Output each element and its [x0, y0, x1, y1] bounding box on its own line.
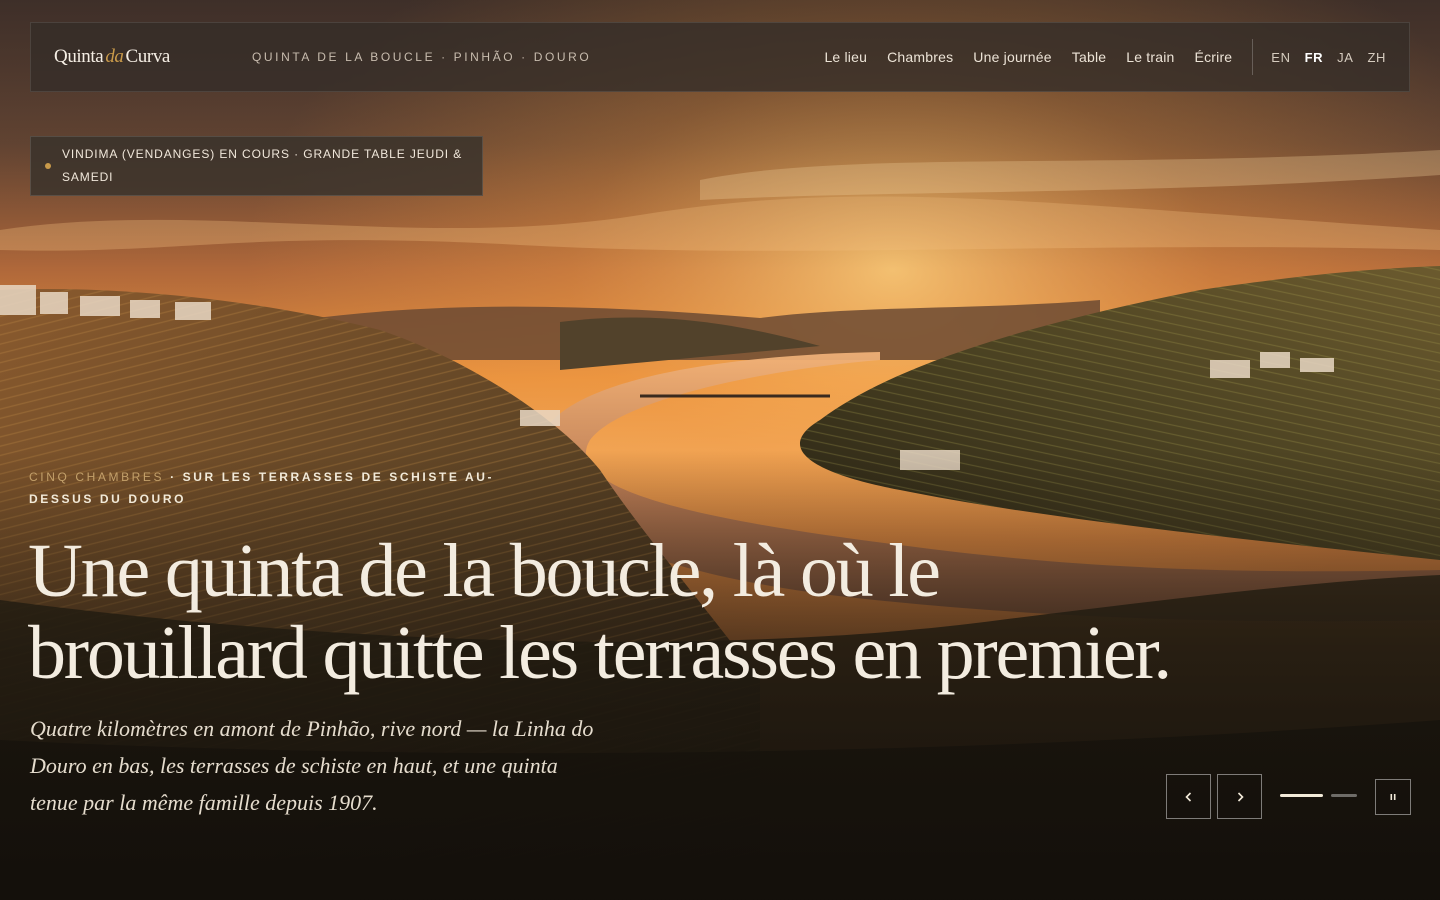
slider-prev-button[interactable]: [1166, 774, 1211, 819]
lang-fr[interactable]: FR: [1305, 50, 1324, 65]
harvest-notice: VINDIMA (VENDANGES) EN COURS · GRANDE TA…: [30, 136, 483, 196]
headline-line-2: brouillard quitte les terrasses en premi…: [28, 611, 1172, 695]
slider-pagination: [1280, 794, 1357, 797]
site-tagline: QUINTA DE LA BOUCLE · PINHÃO · DOURO: [251, 50, 592, 64]
hero-lede: Quatre kilomètres en amont de Pinhão, ri…: [30, 716, 594, 815]
nav-le-lieu[interactable]: Le lieu: [824, 49, 867, 65]
nav-une-journee[interactable]: Une journée: [973, 49, 1051, 65]
nav-chambres[interactable]: Chambres: [887, 49, 953, 65]
top-nav-bar: Quinta da Curva QUINTA DE LA BOUCLE · PINH…: [30, 22, 1410, 92]
logo-part-da: da: [105, 46, 124, 67]
chevron-left-icon: [1184, 791, 1191, 802]
lang-ja[interactable]: JA: [1337, 50, 1353, 65]
hero-eyebrow: CINQ CHAMBRES · SUR LES TERRASSES DE SCH…: [29, 466, 499, 510]
lang-zh[interactable]: ZH: [1367, 50, 1386, 65]
hero: Quinta da Curva QUINTA DE LA BOUCLE · PINH…: [0, 0, 1440, 900]
nav-divider: [1252, 39, 1254, 75]
nav-ecrire[interactable]: Écrire: [1195, 49, 1233, 65]
headline-line-1: Une quinta de la boucle, là où le: [28, 529, 941, 613]
logo-part-quinta: Quinta: [54, 46, 104, 67]
notice-text: VINDIMA (VENDANGES) EN COURS · GRANDE TA…: [62, 147, 463, 184]
status-dot-icon: [45, 163, 51, 169]
nav-table[interactable]: Table: [1072, 49, 1106, 65]
lang-en[interactable]: EN: [1271, 50, 1290, 65]
logo-part-curva: Curva: [125, 46, 171, 67]
slide-dot-2[interactable]: [1331, 794, 1357, 797]
main-nav: Le lieu Chambres Une journée Table Le tr…: [824, 23, 1409, 91]
slide-dot-1[interactable]: [1280, 794, 1323, 797]
slider-next-button[interactable]: [1217, 774, 1262, 819]
nav-le-train[interactable]: Le train: [1126, 49, 1174, 65]
eyebrow-rooms: CINQ CHAMBRES: [29, 470, 165, 484]
pause-icon: [1390, 794, 1396, 800]
slider-pause-button[interactable]: [1375, 779, 1411, 815]
site-logo[interactable]: Quinta da Curva: [54, 46, 170, 68]
hero-headline: Une quinta de la boucle, là où le brouil…: [28, 530, 1288, 694]
chevron-right-icon: [1237, 791, 1244, 802]
